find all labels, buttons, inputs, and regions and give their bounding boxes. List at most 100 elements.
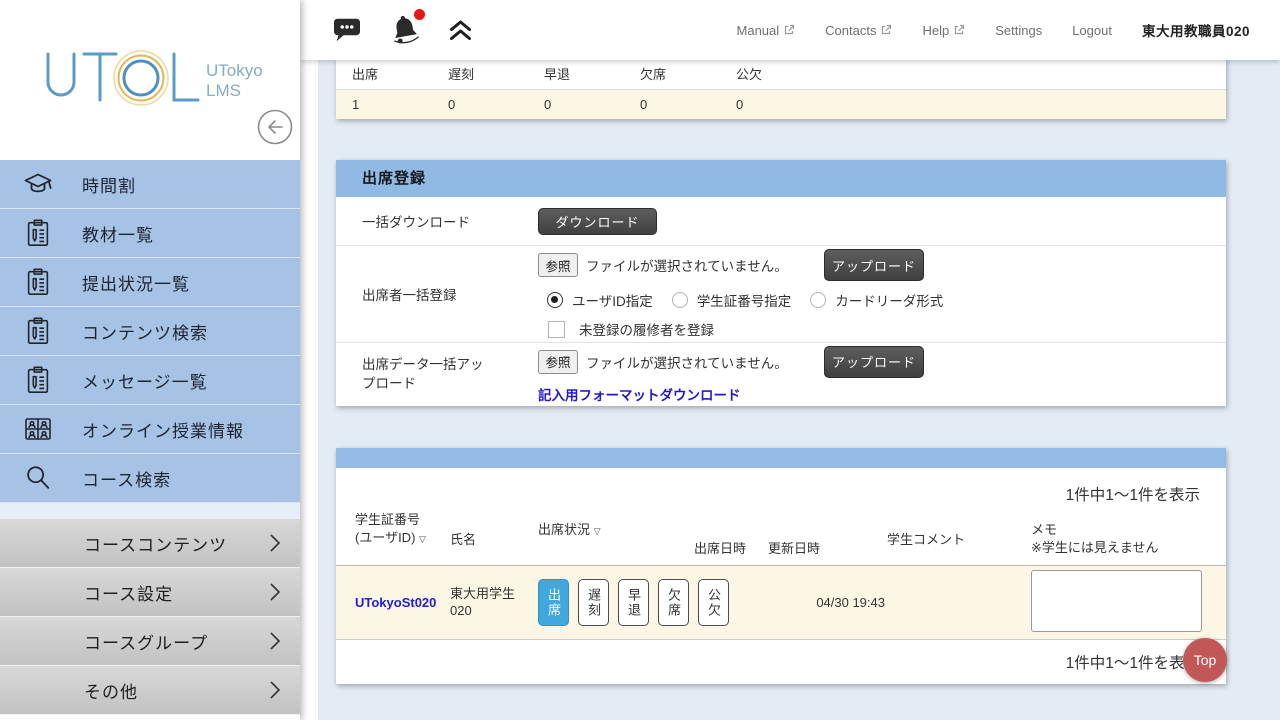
sidebar-item-label: オンライン授業情報 [82, 417, 244, 442]
summary-header-cell: 遅刻 [432, 64, 528, 83]
status-button-early-leave[interactable]: 早退 [618, 579, 649, 626]
summary-header-cell: 欠席 [624, 64, 720, 83]
format-download-link[interactable]: 記入用フォーマットダウンロード [538, 384, 741, 404]
sidebar-item-label: コース検索 [82, 466, 171, 491]
summary-value-cell: 1 [336, 97, 432, 112]
sort-icon[interactable]: ▽ [594, 526, 601, 536]
update-date-cell: 04/30 19:43 [768, 595, 887, 610]
bulk-register-content: 参照 ファイルが選択されていません。 アップロード ユーザID指定 学生証番号指… [538, 246, 1226, 342]
sidebar-item-label: 時間割 [82, 172, 136, 197]
sidebar-item-online-class-info[interactable]: オンライン授業情報 [0, 405, 300, 454]
summary-header-row: 出席 遅刻 早退 欠席 公欠 [336, 57, 1226, 89]
checkbox-label: 未登録の履修者を登録 [579, 319, 714, 339]
header-text: 出席状況 [538, 522, 590, 537]
bulk-register-row: 出席者一括登録 参照 ファイルが選択されていません。 アップロード ユーザID指… [336, 245, 1226, 342]
header-text: ※学生には見えません [1031, 540, 1159, 555]
status-button-absent[interactable]: 欠席 [658, 579, 689, 626]
sidebar-item-messages[interactable]: メッセージ一覧 [0, 356, 300, 405]
graduation-cap-icon [20, 166, 56, 202]
sidebar-item-submissions[interactable]: 提出状況一覧 [0, 258, 300, 307]
no-file-selected-text: ファイルが選択されていません。 [586, 352, 814, 372]
sidebar-item-label: コースコンテンツ [84, 531, 227, 556]
help-link[interactable]: Help [922, 23, 965, 38]
notification-badge-dot [414, 9, 425, 20]
sidebar-item-label: メッセージ一覧 [82, 368, 208, 393]
settings-link-label: Settings [995, 23, 1042, 38]
contacts-link[interactable]: Contacts [825, 23, 892, 38]
settings-link[interactable]: Settings [995, 23, 1042, 38]
svg-text:LMS: LMS [206, 81, 241, 100]
sort-icon[interactable]: ▽ [419, 534, 426, 544]
browse-file-button[interactable]: 参照 [538, 253, 578, 277]
column-header-student-id[interactable]: 学生証番号 (ユーザID) ▽ [355, 511, 450, 547]
result-count-top: 1件中1〜1件を表示 [336, 468, 1226, 505]
summary-header-cell: 公欠 [720, 64, 816, 83]
utol-logo-icon[interactable]: UTokyo LMS [34, 38, 274, 124]
sidebar-item-materials[interactable]: 教材一覧 [0, 209, 300, 258]
chevron-right-icon [269, 680, 280, 700]
sidebar-item-course-group[interactable]: コースグループ [0, 617, 300, 666]
download-button[interactable]: ダウンロード [538, 208, 657, 235]
contacts-link-label: Contacts [825, 23, 876, 38]
bulk-download-label: 一括ダウンロード [336, 197, 538, 245]
sidebar-item-course-settings[interactable]: コース設定 [0, 568, 300, 617]
notifications-bell-icon[interactable] [388, 13, 422, 47]
file-select-line: 参照 ファイルが選択されていません。 アップロード [538, 346, 1226, 378]
column-header-update-date: 更新日時 [768, 538, 887, 557]
memo-cell [1031, 570, 1226, 635]
summary-value-cell: 0 [624, 97, 720, 112]
student-name-cell: 東大用学生020 [450, 586, 538, 620]
current-user-name[interactable]: 東大用教職員020 [1142, 20, 1250, 40]
chevron-right-icon [269, 582, 280, 602]
clipboard-icon [20, 362, 56, 398]
status-button-present[interactable]: 出席 [538, 579, 569, 626]
scroll-to-top-button[interactable]: Top [1183, 638, 1227, 682]
sidebar-item-label: コースグループ [84, 629, 208, 654]
column-header-status[interactable]: 出席状況 ▽ [538, 519, 694, 538]
register-unenrolled-checkbox[interactable] [548, 321, 565, 338]
topbar: Manual Contacts Help Settings Logout 東大用… [300, 0, 1280, 60]
sidebar-nav-course: コースコンテンツ コース設定 コースグループ その他 [0, 519, 300, 715]
radio-label: カードリーダ形式 [835, 290, 943, 310]
summary-header-cell: 出席 [336, 64, 432, 83]
manual-link-label: Manual [737, 23, 780, 38]
sidebar-item-timetable[interactable]: 時間割 [0, 160, 300, 209]
external-link-icon [953, 24, 965, 36]
status-button-group: 出席 遅刻 早退 欠席 公欠 [538, 579, 694, 626]
bulk-upload-label-text: 出席データ一括アップロード [362, 356, 492, 392]
browse-file-button[interactable]: 参照 [538, 350, 578, 374]
bulk-upload-label: 出席データ一括アップロード [336, 343, 538, 406]
upload-button[interactable]: アップロード [824, 346, 924, 378]
logout-link[interactable]: Logout [1072, 23, 1112, 38]
summary-value-row: 1 0 0 0 0 [336, 89, 1226, 119]
attendance-summary-table: 出席 遅刻 早退 欠席 公欠 1 0 0 0 0 [336, 57, 1226, 119]
memo-textarea[interactable] [1031, 570, 1202, 632]
search-icon [20, 460, 56, 496]
column-header-name: 氏名 [450, 529, 538, 548]
upload-button[interactable]: アップロード [824, 249, 924, 281]
external-link-icon [783, 24, 795, 36]
status-button-late[interactable]: 遅刻 [578, 579, 609, 626]
summary-value-cell: 0 [432, 97, 528, 112]
manual-link[interactable]: Manual [737, 23, 796, 38]
header-text: 学生証番号 [355, 512, 420, 527]
radio-student-card-number[interactable] [672, 292, 688, 308]
status-button-excused[interactable]: 公欠 [698, 579, 729, 626]
collapse-sidebar-button[interactable] [256, 108, 294, 146]
sidebar-item-label: コンテンツ検索 [82, 319, 208, 344]
radio-card-reader-format[interactable] [810, 292, 826, 308]
file-select-line: 参照 ファイルが選択されていません。 アップロード [538, 249, 1226, 281]
no-file-selected-text: ファイルが選択されていません。 [586, 255, 814, 275]
student-id-link[interactable]: UTokyoSt020 [355, 595, 436, 610]
sidebar-item-content-search[interactable]: コンテンツ検索 [0, 307, 300, 356]
bulk-download-row: 一括ダウンロード ダウンロード [336, 197, 1226, 245]
collapse-topbar-icon[interactable] [448, 18, 473, 42]
sidebar-item-course-contents[interactable]: コースコンテンツ [0, 519, 300, 568]
sidebar-item-others[interactable]: その他 [0, 666, 300, 715]
messages-icon[interactable] [332, 17, 362, 43]
register-unenrolled-option: 未登録の履修者を登録 [548, 319, 1226, 339]
radio-user-id[interactable] [547, 292, 563, 308]
sidebar-item-course-search[interactable]: コース検索 [0, 454, 300, 503]
bulk-download-content: ダウンロード [538, 197, 1226, 245]
chevron-right-icon [269, 533, 280, 553]
